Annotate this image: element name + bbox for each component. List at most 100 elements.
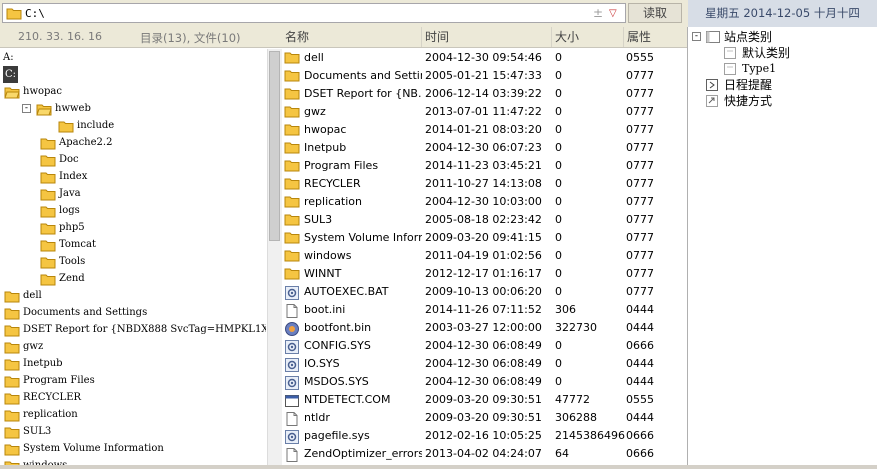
file-row[interactable]: Documents and Settings2005-01-21 15:47:3… xyxy=(282,67,687,85)
column-header-attr[interactable]: 属性 xyxy=(624,27,687,47)
file-time: 2009-03-20 09:41:15 xyxy=(425,231,542,244)
sys-file-icon xyxy=(284,375,300,390)
file-row[interactable]: NTDETECT.COM 2009-03-20 09:30:51 47772 0555 xyxy=(282,391,687,409)
folder-icon xyxy=(284,69,300,83)
file-row[interactable]: hwopac 2014-01-21 08:03:20 0 0777 xyxy=(282,121,687,139)
bin-file-icon xyxy=(284,321,300,336)
file-row[interactable]: AUTOEXEC.BAT 2009-10-13 00:06:20 0 0777 xyxy=(282,283,687,301)
tree-node-label: A: xyxy=(3,52,14,63)
file-size: 47772 xyxy=(555,393,590,406)
tree-node-label: Tomcat xyxy=(59,239,96,250)
tree-node-label: windows xyxy=(23,457,67,465)
file-attr: 0555 xyxy=(626,51,654,64)
file-size: 0 xyxy=(555,123,562,136)
column-header-name[interactable]: 名称 xyxy=(282,27,422,47)
file-row[interactable]: Program Files 2014-11-23 03:45:21 0 0777 xyxy=(282,157,687,175)
file-row[interactable]: dell 2004-12-30 09:54:46 0 0555 xyxy=(282,49,687,67)
read-button[interactable]: 读取 xyxy=(628,3,682,23)
file-row[interactable]: Inetpub 2004-12-30 06:07:23 0 0777 xyxy=(282,139,687,157)
path-input[interactable]: C:\ ± ▽ xyxy=(2,3,626,23)
sys-file-icon xyxy=(284,357,300,372)
file-row[interactable]: pagefile.sys 2012-02-16 10:05:25 214538649… xyxy=(282,427,687,445)
left-header: 210. 33. 16. 16 目录(13), 文件(10) xyxy=(0,27,282,48)
file-name: Documents and Settings xyxy=(304,69,422,82)
doc-file-icon xyxy=(284,447,300,462)
file-row[interactable]: ntldr 2009-03-20 09:30:51 306288 0444 xyxy=(282,409,687,427)
file-size: 64 xyxy=(555,447,569,460)
tree-node-label: Zend xyxy=(59,273,85,284)
file-row[interactable]: gwz 2013-07-01 11:47:22 0 0777 xyxy=(282,103,687,121)
shortcut-icon xyxy=(706,95,718,111)
file-attr: 0777 xyxy=(626,177,654,190)
folder-icon xyxy=(284,105,300,119)
site-tree-label: Type1 xyxy=(742,62,777,75)
folder-icon xyxy=(40,273,56,292)
site-tree-node[interactable]: - 站点类别 xyxy=(692,29,876,45)
folder-open-icon xyxy=(36,103,52,122)
file-row[interactable]: DSET Report for {NB... 2006-12-14 03:39:2… xyxy=(282,85,687,103)
file-row[interactable]: IO.SYS 2004-12-30 06:08:49 0 0444 xyxy=(282,355,687,373)
file-name: Inetpub xyxy=(304,141,347,154)
site-tree-node[interactable]: Type1 xyxy=(692,61,876,77)
file-row[interactable]: ZendOptimizer_errors.txt2013-04-02 04:24… xyxy=(282,445,687,463)
file-name: Program Files xyxy=(304,159,379,172)
scrollbar-thumb[interactable] xyxy=(269,51,280,241)
folder-icon xyxy=(284,267,300,281)
file-row[interactable]: boot.ini 2014-11-26 07:11:52 306 0444 xyxy=(282,301,687,319)
file-row[interactable]: RECYCLER 2011-10-27 14:13:08 0 0777 xyxy=(282,175,687,193)
tree-node-label: C: xyxy=(3,66,19,83)
plus-minus-icon[interactable]: ± xyxy=(593,6,603,20)
file-row[interactable]: windows 2011-04-19 01:02:56 0 0777 xyxy=(282,247,687,265)
file-row[interactable]: CONFIG.SYS 2004-12-30 06:08:49 0 0666 xyxy=(282,337,687,355)
file-name: hwopac xyxy=(304,123,347,136)
file-name: pagefile.sys xyxy=(304,429,370,442)
ip-address: 210. 33. 16. 16 xyxy=(18,30,102,43)
chevron-down-icon[interactable]: ▽ xyxy=(609,8,617,19)
tree-node-label: Documents and Settings xyxy=(23,307,148,318)
file-row[interactable]: replication 2004-12-30 10:03:00 0 0777 xyxy=(282,193,687,211)
site-panel: - 站点类别 默认类别 Type1 日程提醒 快捷方式 xyxy=(687,27,877,465)
file-time: 2012-02-16 10:05:25 xyxy=(425,429,542,442)
expander-minus-icon[interactable]: - xyxy=(692,32,701,41)
file-attr: 0444 xyxy=(626,357,654,370)
folder-icon xyxy=(284,87,300,101)
tree-node-label: Inetpub xyxy=(23,358,63,369)
folder-icon xyxy=(284,141,300,155)
file-size: 0 xyxy=(555,141,562,154)
file-name: System Volume Inform... xyxy=(304,231,422,244)
tree-node-label: gwz xyxy=(23,341,44,352)
folder-open-icon xyxy=(4,86,20,105)
file-name: SUL3 xyxy=(304,213,333,226)
file-row[interactable]: MSDOS.SYS 2004-12-30 06:08:49 0 0444 xyxy=(282,373,687,391)
file-time: 2013-07-01 11:47:22 xyxy=(425,105,542,118)
site-tree-node[interactable]: 日程提醒 xyxy=(692,77,876,93)
tree-scrollbar[interactable] xyxy=(267,49,282,465)
tree-node-label: SUL3 xyxy=(23,426,52,437)
site-tree-node[interactable]: 快捷方式 xyxy=(692,93,876,109)
column-header-time[interactable]: 时间 xyxy=(422,27,552,47)
com-file-icon xyxy=(284,393,300,407)
file-size: 0 xyxy=(555,267,562,280)
file-size: 0 xyxy=(555,159,562,172)
file-row[interactable]: SUL3 2005-08-18 02:23:42 0 0777 xyxy=(282,211,687,229)
file-attr: 0666 xyxy=(626,339,654,352)
file-list-header: 名称 时间 大小 属性 xyxy=(282,27,687,48)
file-attr: 0444 xyxy=(626,411,654,424)
file-time: 2014-11-26 07:11:52 xyxy=(425,303,542,316)
file-row[interactable]: System Volume Inform...2009-03-20 09:41:… xyxy=(282,229,687,247)
file-time: 2005-08-18 02:23:42 xyxy=(425,213,542,226)
folder-icon xyxy=(284,231,300,245)
column-header-size[interactable]: 大小 xyxy=(552,27,624,47)
file-row[interactable]: bootfont.bin 2003-03-27 12:00:00 322730 044… xyxy=(282,319,687,337)
file-row[interactable]: WINNT 2012-12-17 01:16:17 0 0777 xyxy=(282,265,687,283)
tree-node-label: Java xyxy=(59,188,81,199)
file-name: gwz xyxy=(304,105,326,118)
expander-minus-icon[interactable]: - xyxy=(22,104,31,113)
file-time: 2009-03-20 09:30:51 xyxy=(425,393,542,406)
file-attr: 0444 xyxy=(626,375,654,388)
site-tree-node[interactable]: 默认类别 xyxy=(692,45,876,61)
file-time: 2009-10-13 00:06:20 xyxy=(425,285,542,298)
file-time: 2009-03-20 09:30:51 xyxy=(425,411,542,424)
file-size: 0 xyxy=(555,285,562,298)
file-attr: 0777 xyxy=(626,249,654,262)
